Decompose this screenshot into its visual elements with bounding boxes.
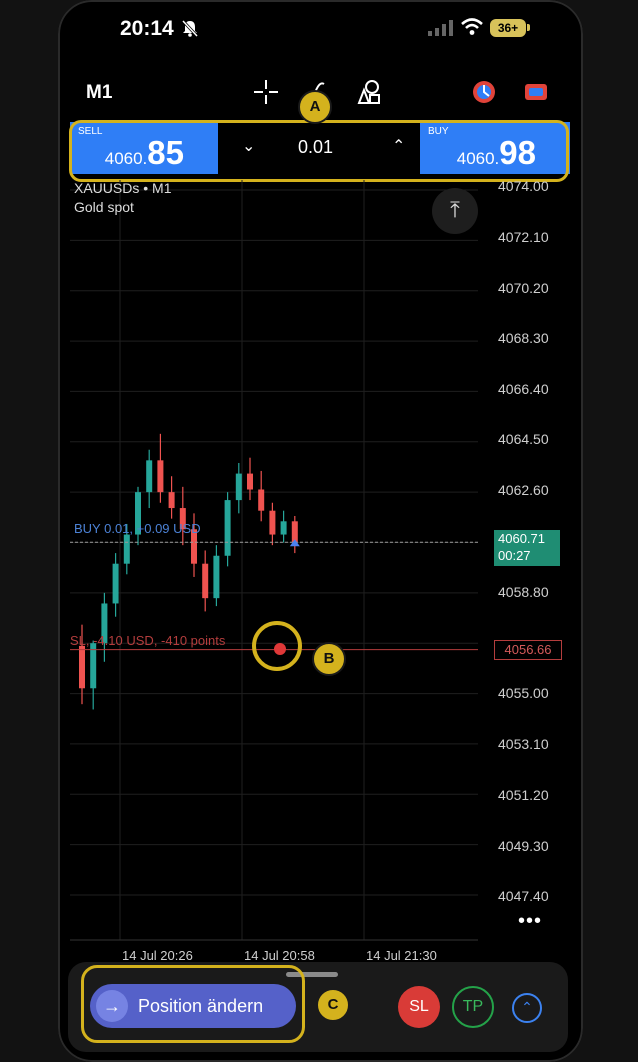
bar-countdown: 00:27 [498, 548, 531, 563]
price-label: 4055.00 [498, 685, 549, 701]
battery-tip [527, 24, 530, 31]
time-label: 14 Jul 20:58 [244, 948, 315, 963]
phone-screen: 20:14 36+ M1 SELL 4060.85 ⌄ 0.01 ⌃ BUY 4… [58, 0, 583, 1062]
price-label: 4068.30 [498, 330, 549, 346]
candle-body [213, 555, 220, 599]
candle-body [224, 500, 231, 556]
candle-body [123, 534, 130, 564]
price-chart[interactable] [70, 180, 490, 950]
annotation-badge-b: B [312, 642, 346, 676]
buy-price-tag: 4060.71 00:27 [494, 530, 560, 566]
candle-body [247, 473, 253, 490]
stop-loss-price-tag: 4056.66 [494, 640, 562, 660]
bell-off-icon [181, 19, 199, 38]
candle-body [280, 521, 287, 535]
scroll-to-top-icon[interactable]: ⤒ [432, 188, 478, 234]
time-label: 14 Jul 20:26 [122, 948, 193, 963]
price-label: 4062.60 [498, 482, 549, 498]
status-time: 20:14 [120, 17, 174, 40]
price-label: 4049.30 [498, 838, 549, 854]
price-label: 4051.20 [498, 787, 549, 803]
candle-body [79, 645, 85, 689]
candle-body [157, 460, 164, 493]
price-label: 4064.50 [498, 431, 549, 447]
price-label: 4070.20 [498, 280, 549, 296]
crosshair-icon[interactable] [252, 78, 280, 106]
annotation-badge-a: A [298, 90, 332, 124]
highlight-c [81, 965, 305, 1043]
highlight-b [252, 621, 302, 671]
candle-body [202, 563, 209, 599]
wifi-icon [461, 18, 483, 35]
take-profit-button[interactable]: TP [452, 986, 494, 1028]
chart-symbol: XAUUSDs • M1 [74, 180, 172, 196]
price-label: 4053.10 [498, 736, 549, 752]
candle-body [235, 473, 242, 501]
expand-up-icon[interactable]: ⌃ [512, 993, 542, 1023]
buy-line-price: 4060.71 [498, 531, 545, 546]
battery-icon: 36+ [490, 19, 526, 37]
more-options-icon[interactable]: ••• [518, 910, 542, 933]
chart-description: Gold spot [74, 199, 134, 215]
candle-body [258, 489, 265, 511]
stop-loss-label[interactable]: SL, -4.10 USD, -410 points [70, 633, 225, 648]
annotation-badge-c: C [316, 988, 350, 1022]
signal-icon [428, 20, 453, 36]
time-label: 14 Jul 21:30 [366, 948, 437, 963]
price-label: 4047.40 [498, 888, 549, 904]
stop-loss-button[interactable]: SL [398, 986, 440, 1028]
buy-position-label[interactable]: BUY 0.01, +0.09 USD [74, 521, 201, 536]
indicator-icon[interactable] [470, 78, 498, 106]
trade-icon[interactable] [522, 78, 550, 106]
price-label: 4066.40 [498, 381, 549, 397]
shapes-icon[interactable] [356, 78, 384, 106]
timeframe-button[interactable]: M1 [86, 82, 112, 104]
candle-body [112, 563, 119, 604]
candle-body [269, 510, 276, 535]
candle-body [146, 460, 153, 493]
highlight-a [69, 120, 569, 182]
price-label: 4072.10 [498, 229, 549, 245]
price-label: 4058.80 [498, 584, 549, 600]
price-label: 4074.00 [498, 178, 549, 194]
candle-body [168, 492, 175, 509]
